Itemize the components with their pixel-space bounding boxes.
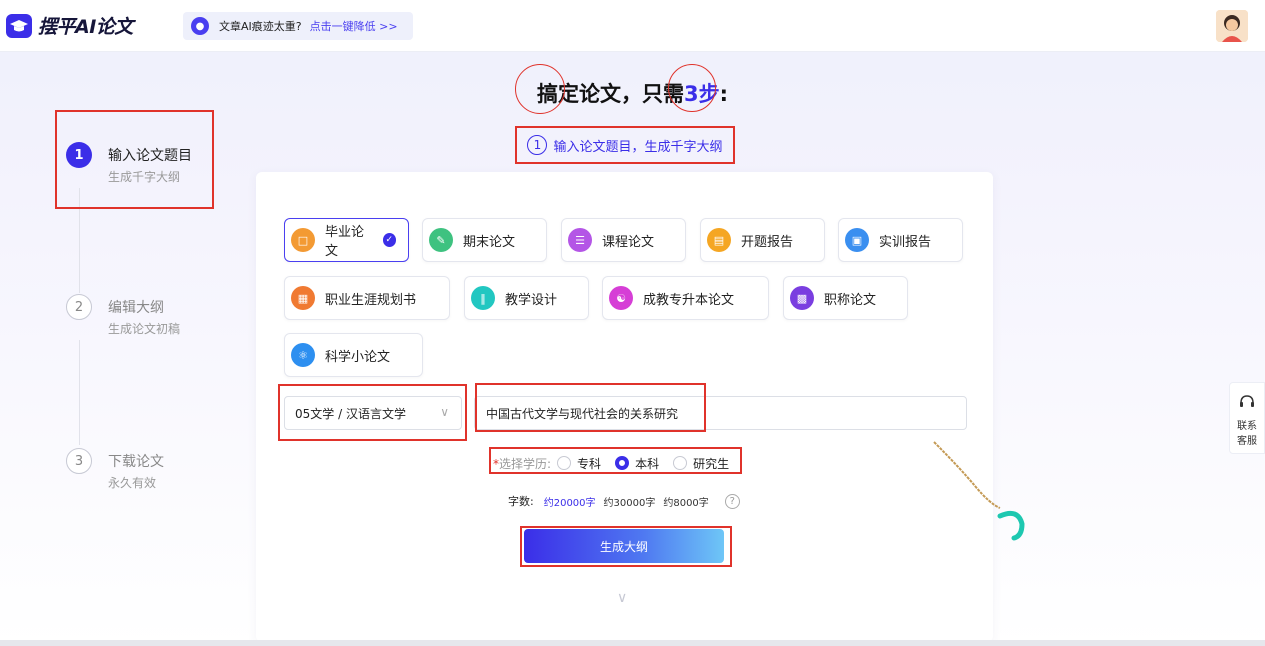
paper-type-career-plan[interactable]: ▦ 职业生涯规划书 (284, 276, 450, 320)
step-subtitle: 永久有效 (108, 476, 157, 490)
book-stack-icon: ☰ (568, 228, 592, 252)
report-icon: ▤ (707, 228, 731, 252)
radio-dot (673, 456, 688, 470)
ai-trace-notice[interactable]: ● 文章AI痕迹太重? 点击一键降低 >> (183, 12, 413, 40)
people-icon: ☯ (609, 286, 633, 310)
radio-dot (557, 456, 572, 470)
decorative-arrow-icon (933, 441, 1025, 541)
chip-label: 实训报告 (879, 234, 932, 250)
step-title: 输入论文题目 (108, 148, 192, 164)
step-number: 3 (66, 448, 92, 474)
word-option-30000[interactable]: 约30000字 (604, 494, 656, 509)
generate-outline-button[interactable]: 生成大纲 (524, 529, 724, 563)
plan-icon: ▦ (291, 286, 315, 310)
radio-dot (615, 456, 630, 470)
subject-select[interactable]: 05文学 / 汉语言文学 ∨ (284, 396, 462, 430)
logo-graduation-cap-icon (6, 14, 32, 38)
radio-label: 研究生 (693, 456, 730, 471)
word-option-8000[interactable]: 约8000字 (663, 494, 708, 509)
word-option-20000[interactable]: 约20000字 (544, 494, 596, 509)
step-subtitle: 1 输入论文题目，生成千字大纲 (515, 126, 735, 164)
education-label-text: 选择学历: (499, 456, 552, 471)
paper-type-science[interactable]: ⚛ 科学小论文 (284, 333, 423, 377)
chip-label: 科学小论文 (325, 349, 391, 365)
paper-type-proposal[interactable]: ▤ 开题报告 (700, 218, 825, 262)
subtitle-text: 输入论文题目，生成千字大纲 (553, 139, 723, 155)
radio-label: 本科 (635, 456, 660, 471)
step-connector (79, 188, 80, 293)
check-icon: ✓ (382, 233, 396, 247)
step-number: 1 (66, 142, 92, 168)
atom-icon: ⚛ (291, 343, 315, 367)
subtitle-number: 1 (527, 135, 548, 155)
contact-line-2: 客服 (1237, 436, 1257, 447)
annotation-circle-2 (668, 64, 716, 112)
paper-type-training[interactable]: ▣ 实训报告 (838, 218, 963, 262)
bottom-scroll-bar (0, 640, 1265, 646)
paper-type-final[interactable]: ✎ 期末论文 (422, 218, 547, 262)
step-connector (79, 340, 80, 445)
chip-label: 职称论文 (824, 292, 877, 308)
step-title: 编辑大纲 (108, 300, 164, 316)
reduce-ai-link[interactable]: 点击一键降低 >> (310, 18, 398, 34)
paper-type-adult-education[interactable]: ☯ 成教专升本论文 (602, 276, 769, 320)
graduation-doc-icon: □ (291, 228, 315, 252)
step-title: 下载论文 (108, 454, 164, 470)
topic-input-value: 中国古代文学与现代社会的关系研究 (486, 406, 679, 421)
education-selector: *选择学历: 专科 本科 研究生 (493, 451, 729, 475)
education-radio-graduate[interactable]: 研究生 (673, 455, 729, 472)
contact-line-1: 联系 (1237, 421, 1257, 432)
notice-text: 文章AI痕迹太重? (219, 20, 302, 33)
top-header: 摆平AI论文 ● 文章AI痕迹太重? 点击一键降低 >> (0, 0, 1265, 52)
ruler-pencil-icon: ‖ (471, 286, 495, 310)
word-count-selector: 字数: 约20000字 约30000字 约8000字 ? (508, 491, 740, 511)
logo-text[interactable]: 摆平AI论文 (38, 12, 133, 39)
help-icon[interactable]: ? (724, 493, 740, 509)
chip-label: 开题报告 (741, 234, 794, 250)
document-icon: ▣ (845, 228, 869, 252)
pencil-icon: ✎ (429, 228, 453, 252)
paper-type-professional-title[interactable]: ▩ 职称论文 (783, 276, 908, 320)
chip-label: 成教专升本论文 (643, 292, 735, 308)
paper-type-teaching[interactable]: ‖ 教学设计 (464, 276, 589, 320)
user-avatar[interactable] (1216, 10, 1248, 42)
topic-input[interactable]: 中国古代文学与现代社会的关系研究 (474, 396, 967, 430)
page-title: 搞定论文，只需3步: (0, 78, 1265, 108)
education-label: *选择学历: (493, 456, 552, 471)
scroll-down-chevron-icon[interactable]: ∨ (617, 590, 627, 606)
step-subtitle: 生成论文初稿 (108, 322, 181, 336)
chip-label: 期末论文 (463, 234, 516, 250)
chip-label: 课程论文 (602, 234, 655, 250)
customer-service-button[interactable]: 联系 客服 (1229, 382, 1265, 454)
chip-label: 职业生涯规划书 (325, 292, 417, 308)
headset-icon (1240, 395, 1254, 407)
education-radio-junior[interactable]: 专科 (557, 455, 601, 472)
title-colon: : (719, 82, 729, 106)
robot-icon: ● (191, 17, 209, 35)
education-radio-bachelor[interactable]: 本科 (615, 455, 659, 472)
chevron-down-icon: ∨ (440, 405, 449, 419)
annotation-circle-1 (515, 64, 565, 114)
radio-label: 专科 (577, 456, 602, 471)
word-count-label: 字数: (508, 495, 534, 508)
paper-type-graduation[interactable]: □ 毕业论文 ✓ (284, 218, 409, 262)
step-subtitle: 生成千字大纲 (108, 170, 181, 184)
chip-label: 教学设计 (505, 292, 558, 308)
certificate-icon: ▩ (790, 286, 814, 310)
chip-label: 毕业论文 (325, 225, 365, 259)
subject-select-value: 05文学 / 汉语言文学 (295, 406, 406, 421)
paper-type-course[interactable]: ☰ 课程论文 (561, 218, 686, 262)
step-number: 2 (66, 294, 92, 320)
